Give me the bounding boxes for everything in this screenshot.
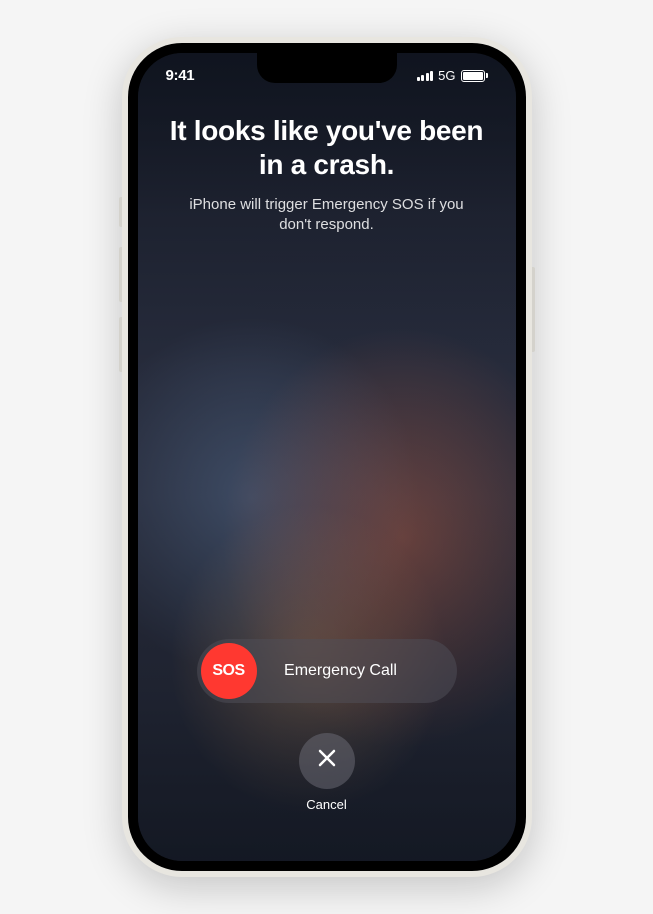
screen: 9:41 5G It looks like you've been in a c… — [138, 53, 516, 861]
volume-up-button — [119, 247, 122, 302]
notch — [257, 53, 397, 83]
volume-down-button — [119, 317, 122, 372]
sos-knob-label: SOS — [212, 662, 244, 680]
crash-detection-alert: It looks like you've been in a crash. iP… — [138, 84, 516, 852]
alert-controls: SOS Emergency Call Ca — [162, 639, 492, 812]
status-time: 9:41 — [166, 67, 195, 84]
power-button — [532, 267, 535, 352]
alert-headline: It looks like you've been in a crash. — [162, 114, 492, 181]
battery-icon — [461, 70, 488, 82]
network-label: 5G — [438, 68, 455, 83]
phone-device-frame: 9:41 5G It looks like you've been in a c… — [122, 37, 532, 877]
phone-bezel: 9:41 5G It looks like you've been in a c… — [128, 43, 526, 871]
sos-knob[interactable]: SOS — [201, 643, 257, 699]
close-icon — [317, 747, 337, 775]
cancel-label: Cancel — [306, 797, 346, 812]
alert-text: It looks like you've been in a crash. iP… — [162, 114, 492, 236]
silent-switch — [119, 197, 122, 227]
cancel-button[interactable] — [299, 733, 355, 789]
emergency-call-label: Emergency Call — [257, 662, 453, 680]
cancel-area: Cancel — [299, 733, 355, 812]
emergency-call-slider[interactable]: SOS Emergency Call — [197, 639, 457, 703]
alert-subtext: iPhone will trigger Emergency SOS if you… — [162, 195, 492, 236]
signal-icon — [417, 71, 434, 81]
status-indicators: 5G — [417, 68, 488, 83]
